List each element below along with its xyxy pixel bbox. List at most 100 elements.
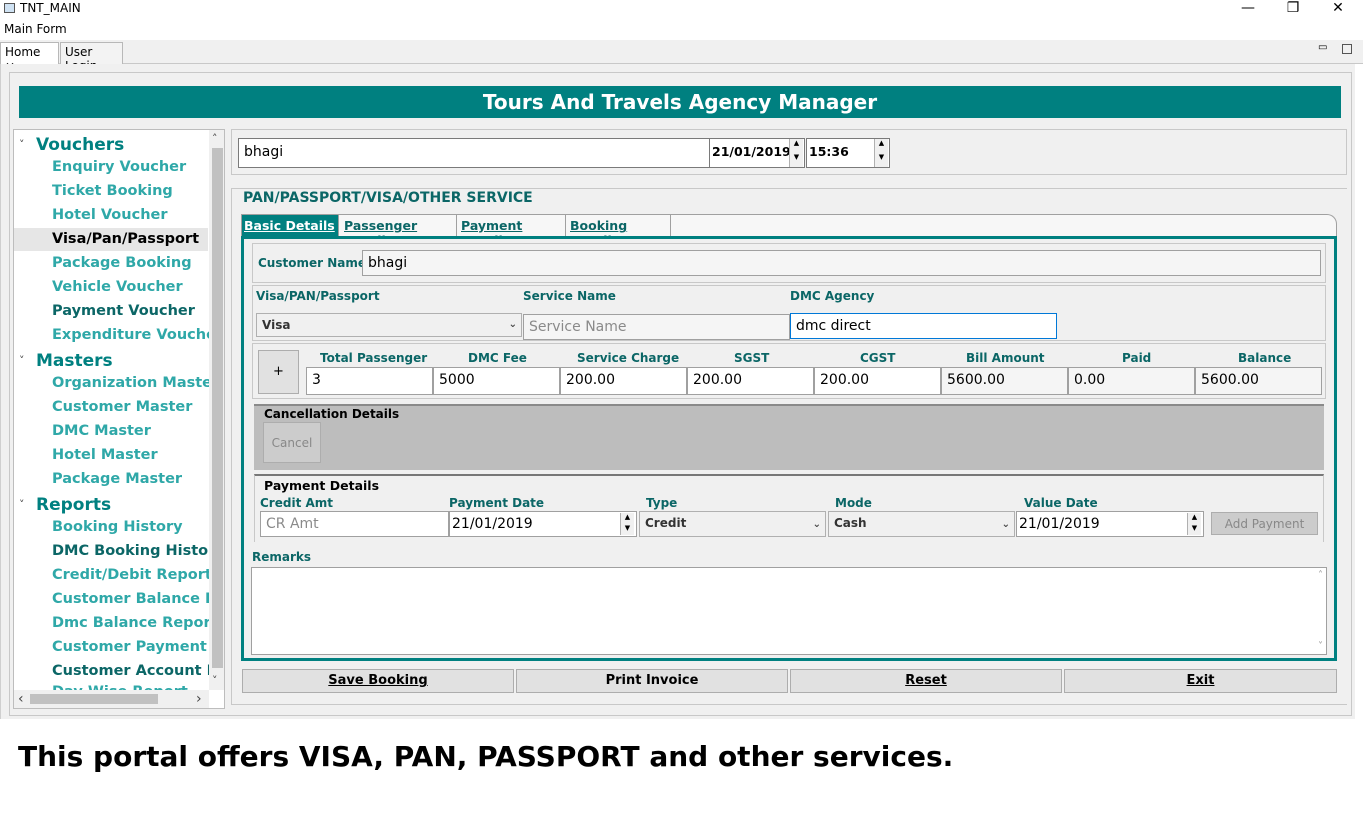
chevron-down-icon: ⌄ xyxy=(508,319,517,330)
minimize-icon[interactable]: — xyxy=(1228,0,1268,18)
tree-group-vouchers[interactable]: Vouchers xyxy=(36,135,124,155)
scroll-right-icon[interactable]: › xyxy=(196,691,202,707)
visa-pan-passport-select[interactable]: Visa ⌄ xyxy=(256,313,522,337)
collapse-icon[interactable]: ˅ xyxy=(19,498,25,511)
save-booking-button[interactable]: Save Booking xyxy=(242,669,514,693)
tree-item-dmc-booking-history[interactable]: DMC Booking History xyxy=(52,543,224,559)
type-select[interactable]: Credit ⌄ xyxy=(639,511,826,537)
exit-button[interactable]: Exit xyxy=(1064,669,1337,693)
date-spin-up-icon[interactable]: ▲ xyxy=(789,139,803,153)
panel-minimize-icon[interactable]: ▭ xyxy=(1318,42,1327,53)
total-passenger-label: Total Passenger xyxy=(320,351,428,365)
value-date-field[interactable]: 21/01/2019 xyxy=(1016,511,1204,537)
tab-home[interactable]: Home ⨯ xyxy=(0,42,59,73)
add-passenger-button[interactable]: + xyxy=(258,350,299,394)
date-value: 21/01/2019 xyxy=(712,144,791,159)
close-icon[interactable]: ✕ xyxy=(1318,0,1358,18)
reset-button[interactable]: Reset xyxy=(790,669,1062,693)
cgst-field[interactable]: 200.00 xyxy=(814,367,941,395)
service-name-input[interactable]: Service Name xyxy=(523,314,790,340)
add-payment-button[interactable]: Add Payment xyxy=(1211,512,1318,535)
time-value: 15:36 xyxy=(809,144,849,159)
time-spin-up-icon[interactable]: ▲ xyxy=(874,139,888,153)
tree-item-visa-pan-passport[interactable]: Visa/Pan/Passport xyxy=(52,231,199,247)
document-tab-bar: Home ⨯ User Login ▭ xyxy=(0,40,1363,73)
tree-item-customer-master[interactable]: Customer Master xyxy=(52,399,192,415)
value-date-value: 21/01/2019 xyxy=(1019,516,1100,532)
tab-basic-details[interactable]: Basic Details xyxy=(242,215,339,237)
scroll-thumb[interactable] xyxy=(30,694,158,704)
tab-payment-details[interactable]: Payment Details xyxy=(459,215,566,248)
dmc-fee-field[interactable]: 5000 xyxy=(433,367,560,395)
restore-icon[interactable]: ❐ xyxy=(1273,0,1313,18)
tree-item-customer-account-report[interactable]: Customer Account Report xyxy=(52,663,224,679)
payment-date-spin-up-icon[interactable]: ▲ xyxy=(620,513,634,524)
sidebar-horizontal-scrollbar[interactable]: ‹ › xyxy=(14,690,209,708)
value-date-spin-up-icon[interactable]: ▲ xyxy=(1187,513,1201,524)
payment-details-title: Payment Details xyxy=(264,478,380,493)
tree-item-ticket-booking[interactable]: Ticket Booking xyxy=(52,183,173,199)
dmc-agency-input[interactable]: dmc direct xyxy=(790,313,1057,339)
service-name-placeholder: Service Name xyxy=(529,319,627,335)
cancel-button[interactable]: Cancel xyxy=(263,422,321,463)
customer-name-label: Customer Name xyxy=(258,256,366,270)
menu-bar: Main Form xyxy=(0,20,1363,38)
tree-item-package-master[interactable]: Package Master xyxy=(52,471,182,487)
tree-item-customer-balance-report[interactable]: Customer Balance Report xyxy=(52,591,224,607)
menu-main-form[interactable]: Main Form xyxy=(4,22,67,36)
mode-select[interactable]: Cash ⌄ xyxy=(828,511,1015,537)
tree-item-dmc-balance-report[interactable]: Dmc Balance Report xyxy=(52,615,218,631)
credit-amt-input[interactable]: CR Amt xyxy=(260,511,449,537)
payment-date-value: 21/01/2019 xyxy=(452,516,533,532)
tab-passenger-details[interactable]: Passenger Details xyxy=(342,215,457,248)
scroll-thumb[interactable] xyxy=(212,148,223,668)
customer-search-input[interactable]: bhagi xyxy=(238,138,710,168)
scroll-down-icon[interactable]: ˅ xyxy=(1318,641,1323,652)
tree-item-hotel-master[interactable]: Hotel Master xyxy=(52,447,158,463)
print-invoice-button[interactable]: Print Invoice xyxy=(516,669,788,693)
remarks-textarea[interactable]: ˄ ˅ xyxy=(251,567,1327,655)
value-date-spin-down-icon[interactable]: ▼ xyxy=(1187,524,1201,535)
payment-date-field[interactable]: 21/01/2019 xyxy=(449,511,637,537)
panel-maximize-icon[interactable] xyxy=(1342,44,1352,54)
tree-item-customer-payment-report[interactable]: Customer Payment Report xyxy=(52,639,224,655)
bill-amount-label: Bill Amount xyxy=(966,351,1045,365)
collapse-icon[interactable]: ˅ xyxy=(19,138,25,151)
sgst-field[interactable]: 200.00 xyxy=(687,367,814,395)
total-passenger-field[interactable]: 3 xyxy=(306,367,433,395)
customer-name-field[interactable]: bhagi xyxy=(362,250,1321,276)
window-title: TNT_MAIN xyxy=(20,1,81,15)
cancellation-panel xyxy=(254,404,1324,470)
tree-item-booking-history[interactable]: Booking History xyxy=(52,519,183,535)
scroll-left-icon[interactable]: ‹ xyxy=(18,691,24,707)
service-charge-label: Service Charge xyxy=(577,351,680,365)
tree-item-organization-master[interactable]: Organization Master xyxy=(52,375,219,391)
tree-item-dmc-master[interactable]: DMC Master xyxy=(52,423,151,439)
app-icon xyxy=(4,3,15,13)
service-name-label: Service Name xyxy=(523,289,616,303)
tree-item-expenditure-voucher[interactable]: Expenditure Voucher xyxy=(52,327,223,343)
paid-field: 0.00 xyxy=(1068,367,1195,395)
remarks-label: Remarks xyxy=(252,550,312,564)
tab-booking-details[interactable]: Booking Details xyxy=(568,215,671,248)
tree-item-credit-debit-report[interactable]: Credit/Debit Report xyxy=(52,567,212,583)
tree-item-package-booking[interactable]: Package Booking xyxy=(52,255,192,271)
service-charge-field[interactable]: 200.00 xyxy=(560,367,687,395)
sidebar-vertical-scrollbar[interactable]: ˄ ˅ xyxy=(209,130,224,690)
scroll-up-icon[interactable]: ˄ xyxy=(212,132,218,145)
credit-amt-label: Credit Amt xyxy=(260,496,334,510)
tree-group-reports[interactable]: Reports xyxy=(36,495,111,515)
scroll-up-icon[interactable]: ˄ xyxy=(1318,570,1323,581)
payment-date-spin-down-icon[interactable]: ▼ xyxy=(620,524,634,535)
collapse-icon[interactable]: ˅ xyxy=(19,354,25,367)
time-spin-down-icon[interactable]: ▼ xyxy=(874,153,888,167)
tree-item-enquiry-voucher[interactable]: Enquiry Voucher xyxy=(52,159,186,175)
tree-item-hotel-voucher[interactable]: Hotel Voucher xyxy=(52,207,168,223)
tree-item-payment-voucher[interactable]: Payment Voucher xyxy=(52,303,195,319)
type-label: Type xyxy=(646,496,678,510)
date-spin-down-icon[interactable]: ▼ xyxy=(789,153,803,167)
tree-group-masters[interactable]: Masters xyxy=(36,351,113,371)
tree-item-vehicle-voucher[interactable]: Vehicle Voucher xyxy=(52,279,183,295)
scroll-down-icon[interactable]: ˅ xyxy=(212,674,218,687)
tab-user-login[interactable]: User Login xyxy=(60,42,123,73)
